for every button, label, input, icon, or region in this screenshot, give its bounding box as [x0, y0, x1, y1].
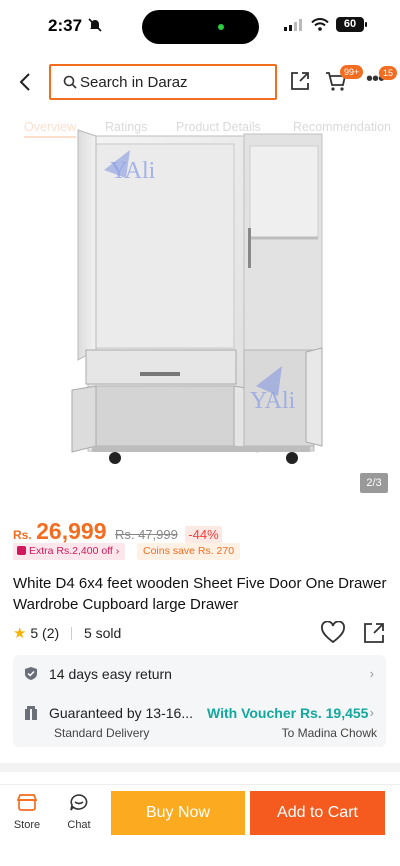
signal-icon	[284, 19, 302, 31]
store-label: Store	[13, 819, 41, 831]
rating-count: (2)	[42, 625, 60, 641]
star-icon: ★	[13, 625, 27, 642]
tab-overview[interactable]: Overview	[24, 120, 77, 138]
chat-label: Chat	[67, 819, 91, 831]
guarantee-text: Guaranteed by 13-16...	[49, 705, 193, 721]
coins-save-tag: Coins save Rs. 270	[137, 543, 241, 560]
delivery-destination: To Madina Chowk	[281, 726, 377, 740]
current-price: 26,999	[36, 518, 107, 544]
wardrobe-photo	[71, 129, 323, 464]
buy-now-button[interactable]: Buy Now	[111, 791, 245, 835]
currency: Rs.	[13, 528, 32, 542]
search-placeholder: Search in Daraz	[80, 74, 188, 91]
chevron-right-icon: ›	[369, 666, 374, 681]
tab-recommendation[interactable]: Recommendation	[293, 120, 391, 134]
bottom-action-bar: Store Chat Buy Now Add to Cart	[0, 784, 400, 866]
status-bar: 2:37 60	[0, 0, 400, 54]
delivery-info-box: 14 days easy return › Guaranteed by 13-1…	[13, 655, 386, 747]
extra-off-tag[interactable]: Extra Rs.2,400 off ›	[13, 543, 126, 560]
delivery-type: Standard Delivery	[54, 726, 150, 740]
shield-icon	[25, 667, 37, 680]
notification-badge: 15	[379, 66, 398, 80]
tab-product-details[interactable]: Product Details	[176, 120, 261, 134]
cart-badge: 99+	[340, 65, 364, 79]
store-icon	[16, 794, 38, 811]
chat-icon	[70, 794, 88, 811]
status-time: 2:37	[48, 16, 83, 35]
voucher-text: With Voucher Rs. 19,455	[207, 705, 369, 721]
search-icon	[63, 75, 77, 89]
bell-muted-icon	[88, 18, 102, 32]
sold-count: 5 sold	[83, 625, 122, 641]
search-input[interactable]: Search in Daraz	[49, 64, 277, 100]
extra-off-label: Extra Rs.2,400 off	[29, 545, 113, 557]
battery-indicator: 60	[336, 17, 367, 32]
divider	[71, 627, 73, 640]
dynamic-island	[142, 10, 259, 44]
product-title: White D4 6x4 feet wooden Sheet Five Door…	[13, 575, 387, 613]
rating-row[interactable]: ★ 5 (2) 5 sold	[13, 624, 121, 644]
watermark-text-2: YAli	[250, 388, 296, 414]
price-row: Rs. 26,999 Rs. 47,999 -44%	[13, 518, 222, 546]
share-product-icon[interactable]	[362, 621, 386, 645]
product-image[interactable]: YAli YAli	[0, 128, 400, 500]
image-counter: 2/3	[360, 473, 388, 493]
store-button[interactable]: Store	[8, 793, 46, 831]
return-policy-row[interactable]: 14 days easy return ›	[13, 655, 386, 691]
top-nav: Search in Daraz 99+ ••• 15	[0, 60, 400, 106]
section-divider	[0, 763, 400, 772]
wifi-icon	[311, 18, 329, 31]
chevron-right-icon: ›	[369, 705, 374, 720]
voucher-icon	[17, 546, 26, 555]
section-tabs: Overview Ratings Product Details Recomme…	[0, 120, 400, 142]
tab-ratings[interactable]: Ratings	[105, 120, 147, 134]
delivery-box-icon	[25, 706, 37, 720]
watermark-text: YAli	[110, 158, 156, 184]
chat-button[interactable]: Chat	[60, 793, 98, 831]
back-arrow-icon[interactable]	[14, 70, 36, 94]
return-policy-text: 14 days easy return	[49, 666, 172, 682]
add-to-cart-button[interactable]: Add to Cart	[250, 791, 385, 835]
delivery-row[interactable]: Guaranteed by 13-16... With Voucher Rs. …	[13, 695, 386, 745]
original-price: Rs. 47,999	[114, 527, 178, 542]
discount-badge: -44%	[185, 526, 222, 543]
heart-icon[interactable]	[320, 621, 346, 645]
share-icon[interactable]	[289, 70, 311, 92]
rating-value: 5	[30, 625, 39, 641]
